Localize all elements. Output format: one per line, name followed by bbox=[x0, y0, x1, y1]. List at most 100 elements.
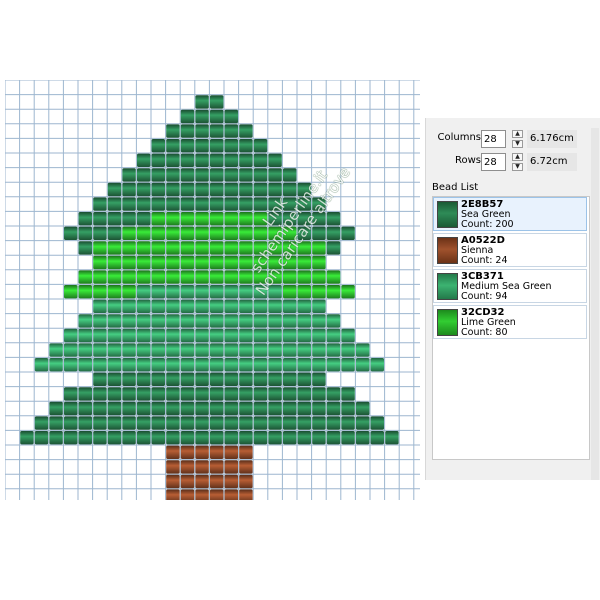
bead-cell bbox=[78, 401, 92, 416]
bead-item-lime-green[interactable]: 32CD32 Lime Green Count: 80 bbox=[433, 305, 587, 339]
bead-cell bbox=[93, 314, 107, 328]
bead-cell bbox=[297, 416, 311, 430]
bead-cell bbox=[180, 241, 195, 255]
bead-cell bbox=[253, 314, 268, 328]
bead-cell bbox=[64, 343, 78, 357]
bead-cell bbox=[180, 168, 195, 182]
bead-cell bbox=[224, 241, 238, 255]
bead-grid[interactable] bbox=[5, 80, 420, 500]
bead-cell bbox=[253, 182, 268, 197]
bead-cell bbox=[180, 124, 195, 138]
bead-cell bbox=[49, 401, 63, 416]
bead-cell bbox=[180, 445, 195, 459]
scrollbar[interactable] bbox=[591, 128, 599, 480]
bead-cell bbox=[180, 489, 195, 500]
bead-cell bbox=[34, 358, 49, 372]
bead-cell bbox=[151, 270, 165, 284]
bead-cell bbox=[312, 328, 326, 343]
bead-cell bbox=[297, 197, 311, 211]
bead-cell bbox=[253, 285, 268, 299]
bead-cell bbox=[253, 168, 268, 182]
bead-cell bbox=[195, 343, 209, 357]
bead-cell bbox=[239, 285, 253, 299]
bead-cell bbox=[107, 212, 122, 226]
bead-cell bbox=[283, 358, 297, 372]
bead-count: Count: 200 bbox=[461, 219, 514, 230]
bead-cell bbox=[253, 255, 268, 270]
columns-spinner[interactable]: ▲ ▼ bbox=[512, 130, 523, 148]
bead-cell bbox=[180, 255, 195, 270]
bead-cell bbox=[239, 460, 253, 474]
bead-item-sienna[interactable]: A0522D Sienna Count: 24 bbox=[433, 233, 587, 267]
bead-cell bbox=[224, 314, 238, 328]
bead-cell bbox=[107, 328, 122, 343]
bead-cell bbox=[122, 197, 136, 211]
bead-cell bbox=[34, 431, 49, 445]
bead-cell bbox=[78, 431, 92, 445]
bead-cell bbox=[107, 343, 122, 357]
bead-cell bbox=[137, 241, 151, 255]
rows-row: Rows 28 ▲ ▼ 6.72cm bbox=[426, 153, 600, 173]
bead-cell bbox=[283, 299, 297, 313]
bead-cell bbox=[137, 416, 151, 430]
bead-cell bbox=[93, 416, 107, 430]
bead-cell bbox=[224, 401, 238, 416]
bead-cell bbox=[283, 212, 297, 226]
bead-cell bbox=[326, 416, 341, 430]
bead-cell bbox=[107, 431, 122, 445]
spin-down-icon[interactable]: ▼ bbox=[512, 140, 523, 148]
bead-cell bbox=[166, 431, 180, 445]
bead-cell bbox=[151, 431, 165, 445]
bead-cell bbox=[122, 255, 136, 270]
bead-cell bbox=[210, 460, 224, 474]
bead-cell bbox=[49, 416, 63, 430]
bead-cell bbox=[370, 431, 384, 445]
bead-cell bbox=[210, 168, 224, 182]
bead-cell bbox=[326, 241, 341, 255]
bead-cell bbox=[122, 182, 136, 197]
bead-swatch bbox=[437, 237, 458, 264]
bead-cell bbox=[166, 285, 180, 299]
bead-cell bbox=[122, 416, 136, 430]
bead-cell bbox=[180, 416, 195, 430]
bead-cell bbox=[151, 241, 165, 255]
bead-cell bbox=[268, 285, 282, 299]
spin-up-icon[interactable]: ▲ bbox=[512, 153, 523, 161]
bead-cell bbox=[93, 241, 107, 255]
bead-item-medium-sea-green[interactable]: 3CB371 Medium Sea Green Count: 94 bbox=[433, 269, 587, 303]
columns-input[interactable]: 28 bbox=[481, 130, 506, 148]
bead-cell bbox=[151, 168, 165, 182]
bead-cell bbox=[137, 197, 151, 211]
bead-grid-panel[interactable] bbox=[5, 80, 421, 500]
bead-cell bbox=[122, 387, 136, 401]
rows-spinner[interactable]: ▲ ▼ bbox=[512, 153, 523, 171]
bead-cell bbox=[297, 343, 311, 357]
bead-item-sea-green[interactable]: 2E8B57 Sea Green Count: 200 bbox=[433, 197, 587, 231]
bead-cell bbox=[297, 314, 311, 328]
bead-cell bbox=[283, 328, 297, 343]
bead-cell bbox=[268, 270, 282, 284]
bead-cell bbox=[151, 328, 165, 343]
rows-input[interactable]: 28 bbox=[481, 153, 506, 171]
bead-cell bbox=[64, 226, 78, 240]
bead-cell bbox=[326, 387, 341, 401]
bead-cell bbox=[64, 401, 78, 416]
bead-cell bbox=[283, 401, 297, 416]
bead-cell bbox=[210, 255, 224, 270]
bead-cell bbox=[253, 401, 268, 416]
bead-cell bbox=[122, 270, 136, 284]
bead-cell bbox=[78, 416, 92, 430]
bead-cell bbox=[224, 328, 238, 343]
bead-cell bbox=[107, 314, 122, 328]
bead-cell bbox=[151, 255, 165, 270]
bead-cell bbox=[195, 197, 209, 211]
bead-cell bbox=[326, 270, 341, 284]
spin-up-icon[interactable]: ▲ bbox=[512, 130, 523, 138]
bead-cell bbox=[180, 182, 195, 197]
bead-cell bbox=[297, 241, 311, 255]
bead-cell bbox=[78, 285, 92, 299]
columns-label: Columns bbox=[437, 132, 481, 143]
spin-down-icon[interactable]: ▼ bbox=[512, 163, 523, 171]
bead-cell bbox=[297, 299, 311, 313]
bead-cell bbox=[253, 358, 268, 372]
